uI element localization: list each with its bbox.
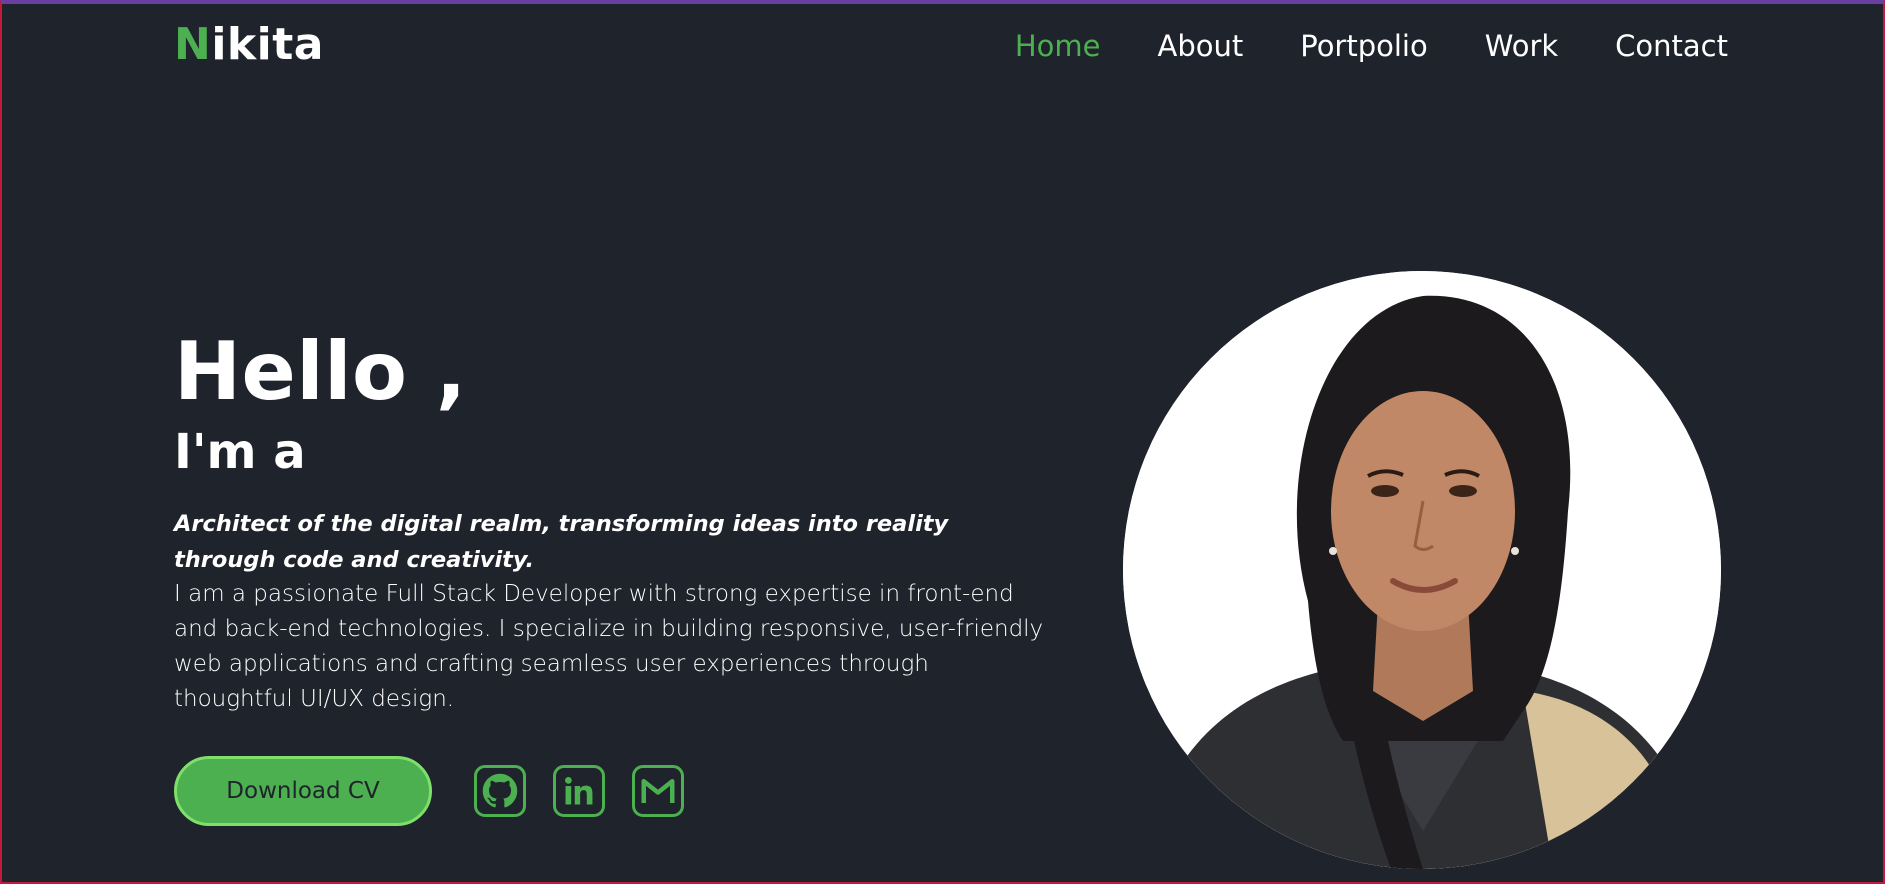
brand-logo-initial: N <box>174 19 212 70</box>
profile-portrait-illustration <box>1123 271 1721 869</box>
brand-logo-rest: ikita <box>211 19 324 70</box>
hero-bio: I am a passionate Full Stack Developer w… <box>174 581 1044 712</box>
nav-item-portfolio[interactable]: Portpolio <box>1300 26 1428 66</box>
github-icon <box>482 773 518 809</box>
gmail-link[interactable] <box>632 765 684 817</box>
hero-subtitle: I'm a <box>174 424 306 480</box>
profile-photo <box>1123 271 1721 869</box>
top-navbar: Nikita Home About Portpolio Work Contact <box>2 4 1883 88</box>
download-cv-button[interactable]: Download CV <box>174 756 432 826</box>
hero-title: Hello , <box>174 325 467 418</box>
github-link[interactable] <box>474 765 526 817</box>
nav-item-about[interactable]: About <box>1157 26 1243 66</box>
nav-item-home[interactable]: Home <box>1015 26 1101 66</box>
nav-item-contact[interactable]: Contact <box>1615 26 1728 66</box>
gmail-icon <box>640 775 676 807</box>
nav-item-work[interactable]: Work <box>1485 26 1558 66</box>
linkedin-icon <box>562 774 596 808</box>
brand-logo[interactable]: Nikita <box>174 18 324 72</box>
hero-tagline: Architect of the digital realm, transfor… <box>174 511 949 573</box>
main-nav: Home About Portpolio Work Contact <box>1015 26 1728 66</box>
linkedin-link[interactable] <box>553 765 605 817</box>
